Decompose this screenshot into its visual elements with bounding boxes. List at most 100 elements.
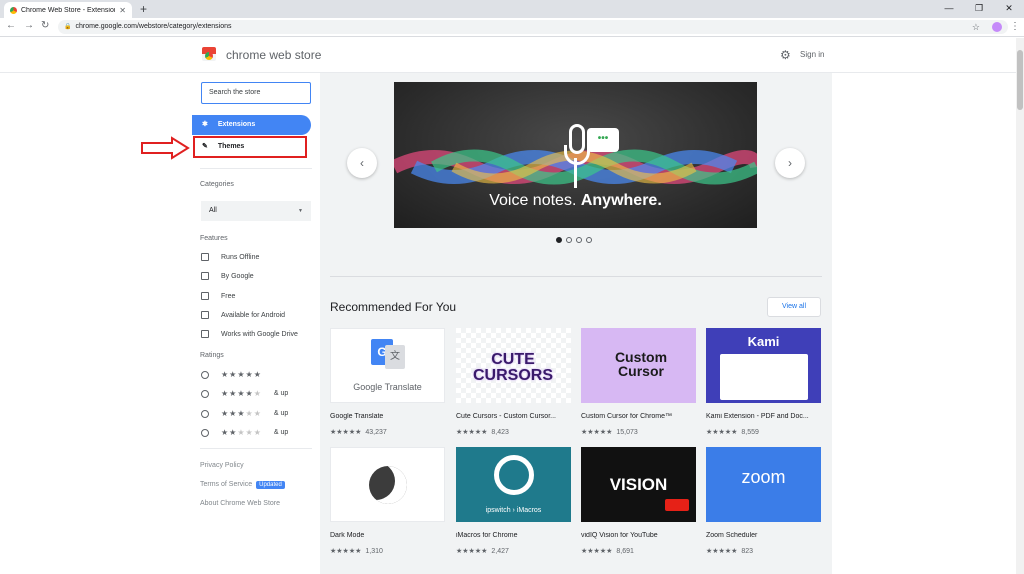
rating-option[interactable]: ★★★★★ & up xyxy=(201,428,288,437)
store-header xyxy=(0,38,1016,73)
lock-icon: 🔒 xyxy=(64,24,72,30)
page-scrollbar[interactable] xyxy=(1016,38,1024,574)
extension-card[interactable]: G 文 Google Translate Google Translate ★★… xyxy=(330,328,445,436)
checkbox[interactable] xyxy=(201,272,209,280)
carousel-dot[interactable] xyxy=(576,237,582,243)
radio-button[interactable] xyxy=(201,370,209,379)
hero-caption: Voice notes. Anywhere. xyxy=(489,192,662,209)
rating-stars-icon: ★★★★★ xyxy=(221,389,262,398)
sign-in-link[interactable]: Sign in xyxy=(800,50,824,59)
moon-icon xyxy=(369,466,407,504)
carousel-dot[interactable] xyxy=(556,237,562,243)
rating-count: 823 xyxy=(741,547,754,555)
feature-checkbox[interactable]: Works with Google Drive xyxy=(201,330,298,338)
rating-stars-icon: ★★★★★ xyxy=(706,548,738,555)
rating-option[interactable]: ★★★★★ & up xyxy=(201,409,288,418)
thumb-label: CUTE CURSORS xyxy=(472,351,553,384)
sidebar-item-label: Extensions xyxy=(217,121,256,128)
features-heading: Features xyxy=(200,235,228,242)
feature-checkbox[interactable]: By Google xyxy=(201,272,254,280)
view-all-button[interactable]: View all xyxy=(767,297,821,317)
store-brand-title[interactable]: chrome web store xyxy=(226,48,321,62)
rating-stars-icon: ★★★★★ xyxy=(456,548,488,555)
thumb-label: Google Translate xyxy=(353,382,422,392)
rating-stars-icon: ★★★★★ xyxy=(706,429,738,436)
browser-tab[interactable]: Chrome Web Store - Extensions ✕ xyxy=(4,2,132,18)
rating-suffix: & up xyxy=(273,390,289,397)
extension-card[interactable]: zoom Zoom Scheduler ★★★★★ 823 xyxy=(706,447,821,555)
extension-card[interactable]: Kami Kami Extension - PDF and Doc... ★★★… xyxy=(706,328,821,436)
carousel-next-button[interactable]: › xyxy=(775,148,805,178)
profile-avatar[interactable] xyxy=(992,22,1002,32)
checkbox[interactable] xyxy=(201,330,209,338)
tab-strip: Chrome Web Store - Extensions ✕ + — ❐ ✕ xyxy=(0,0,1024,18)
extension-name: vidIQ Vision for YouTube xyxy=(581,532,658,539)
divider xyxy=(330,276,822,277)
tab-title: Chrome Web Store - Extensions xyxy=(21,6,116,14)
extension-card[interactable]: VISION vidIQ Vision for YouTube ★★★★★ 8,6… xyxy=(581,447,696,555)
category-selected-value: All xyxy=(209,207,217,214)
recommended-heading: Recommended For You xyxy=(330,300,457,314)
highlight-box xyxy=(193,136,307,158)
browser-menu-icon[interactable]: ⋮ xyxy=(1010,21,1020,32)
rating-option[interactable]: ★★★★★ xyxy=(201,370,274,379)
back-arrow-icon[interactable]: ← xyxy=(6,20,16,31)
gear-icon[interactable]: ⚙ xyxy=(780,48,791,62)
about-store-link[interactable]: About Chrome Web Store xyxy=(200,500,280,507)
feature-checkbox[interactable]: Runs Offline xyxy=(201,253,259,261)
browser-toolbar: ← → ↻ 🔒 chrome.google.com/webstore/categ… xyxy=(0,18,1024,37)
carousel-dot[interactable] xyxy=(586,237,592,243)
rating-stars-icon: ★★★★★ xyxy=(330,429,362,436)
thumb-label: VISION xyxy=(609,475,668,494)
search-input[interactable]: Search the store xyxy=(201,82,311,104)
carousel-dot[interactable] xyxy=(566,237,572,243)
bookmark-star-icon[interactable]: ☆ xyxy=(972,20,980,34)
minimize-button[interactable]: — xyxy=(934,0,964,18)
custom-cursor-thumbnail: Custom Cursor xyxy=(581,328,696,403)
radio-button[interactable] xyxy=(201,428,209,437)
carousel-prev-button[interactable]: ‹ xyxy=(347,148,377,178)
feature-checkbox[interactable]: Available for Android xyxy=(201,311,285,319)
address-bar[interactable]: 🔒 chrome.google.com/webstore/category/ex… xyxy=(58,20,1008,34)
reload-icon[interactable]: ↻ xyxy=(41,20,49,31)
sidebar-item-extensions[interactable]: ✱ Extensions xyxy=(192,115,311,135)
extension-card[interactable]: CUTE CURSORS Cute Cursors - Custom Curso… xyxy=(456,328,571,436)
tab-close-icon[interactable]: ✕ xyxy=(119,6,126,15)
scrollbar-thumb[interactable] xyxy=(1017,50,1023,110)
new-tab-button[interactable]: + xyxy=(140,2,147,16)
thumb-label: zoom xyxy=(741,467,786,487)
google-translate-thumbnail: G 文 Google Translate xyxy=(330,328,445,403)
radio-button[interactable] xyxy=(201,409,209,418)
thumb-label: Custom Cursor xyxy=(614,349,668,379)
kami-thumbnail: Kami xyxy=(706,328,821,403)
checkbox[interactable] xyxy=(201,253,209,261)
annotation-arrow-icon xyxy=(141,136,190,160)
zoom-thumbnail: zoom xyxy=(706,447,821,522)
close-window-button[interactable]: ✕ xyxy=(994,0,1024,18)
category-select[interactable]: All ▼ xyxy=(201,201,311,221)
extension-name: Google Translate xyxy=(330,413,384,420)
ratings-heading: Ratings xyxy=(200,352,224,359)
rating-option[interactable]: ★★★★★ & up xyxy=(201,389,288,398)
feature-label: Free xyxy=(221,292,236,300)
extension-card[interactable]: Dark Mode ★★★★★ 1,310 xyxy=(330,447,445,555)
checkbox[interactable] xyxy=(201,292,209,300)
thumb-label: ipswitch › iMacros xyxy=(485,507,542,514)
rating-stars-icon: ★★★★★ xyxy=(456,429,488,436)
rating-count: 1,310 xyxy=(365,547,383,555)
rating-count: 43,237 xyxy=(365,428,387,436)
privacy-policy-link[interactable]: Privacy Policy xyxy=(200,462,244,469)
rating-suffix: & up xyxy=(273,429,289,436)
extension-card[interactable]: Custom Cursor Custom Cursor for Chrome™ … xyxy=(581,328,696,436)
chrome-web-store-logo-icon[interactable] xyxy=(202,47,216,61)
terms-of-service-link[interactable]: Terms of Service Updated xyxy=(200,481,285,489)
forward-arrow-icon[interactable]: → xyxy=(24,20,34,31)
radio-button[interactable] xyxy=(201,389,209,398)
feature-checkbox[interactable]: Free xyxy=(201,292,235,300)
extension-card[interactable]: ipswitch › iMacros iMacros for Chrome ★★… xyxy=(456,447,571,555)
checkbox[interactable] xyxy=(201,311,209,319)
rating-count: 15,073 xyxy=(616,428,638,436)
restore-button[interactable]: ❐ xyxy=(964,0,994,18)
divider xyxy=(200,448,312,449)
puzzle-icon: ✱ xyxy=(202,121,208,128)
